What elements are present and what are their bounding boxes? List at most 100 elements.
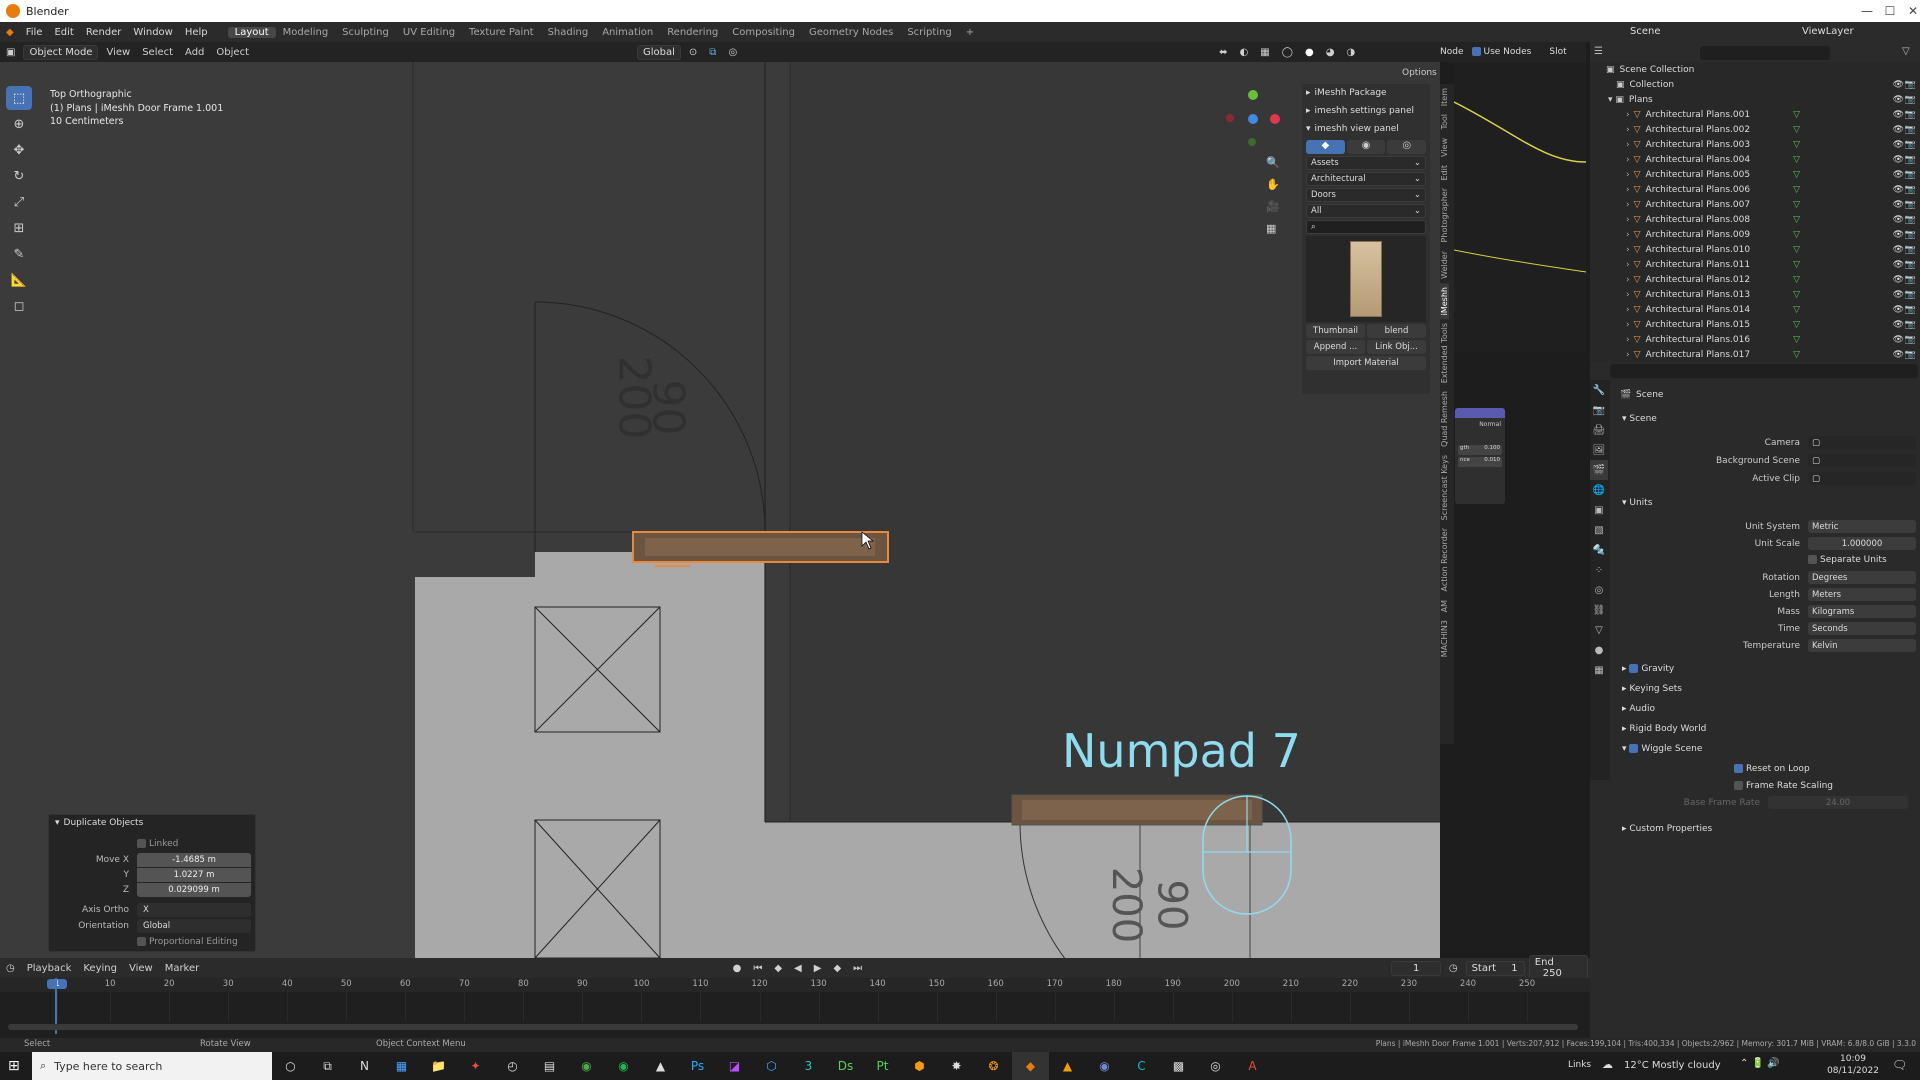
separate-units-checkbox[interactable]: Separate Units: [1808, 555, 1887, 565]
tab-geometry-nodes[interactable]: Geometry Nodes: [802, 27, 900, 38]
visibility-eye-icon[interactable]: 👁: [1893, 320, 1904, 330]
visibility-eye-icon[interactable]: 👁: [1893, 170, 1904, 180]
tool-properties-icon[interactable]: 🔧: [1590, 380, 1608, 400]
app-icon[interactable]: ⬢: [901, 1052, 938, 1080]
expand-icon[interactable]: ›: [1626, 155, 1630, 165]
close-button[interactable]: ✕: [1898, 0, 1920, 22]
editor-type-icon[interactable]: ◷: [0, 963, 21, 974]
visibility-eye-icon[interactable]: 👁: [1893, 200, 1904, 210]
gizmo-toggle-icon[interactable]: ⬌: [1213, 47, 1233, 58]
app-icon[interactable]: ◪: [716, 1052, 753, 1080]
asset-thumbnail[interactable]: [1306, 236, 1426, 322]
node-field[interactable]: gth 0.100: [1458, 445, 1502, 455]
outliner-item[interactable]: › ▽ Architectural Plans.002 ▽ 👁 📷: [1590, 122, 1920, 137]
operator-title[interactable]: ▾ Duplicate Objects: [49, 815, 255, 831]
app-icon[interactable]: 3: [790, 1052, 827, 1080]
expand-icon[interactable]: ›: [1626, 170, 1630, 180]
scale-tool-icon[interactable]: ⤢: [6, 190, 32, 214]
filter-dropdown[interactable]: All ⌄: [1306, 204, 1426, 218]
pan-hand-icon[interactable]: ✋: [1266, 174, 1280, 196]
chrome-icon[interactable]: ◉: [568, 1052, 605, 1080]
collection-row[interactable]: ▣ Collection 👁 📷: [1590, 77, 1920, 92]
thumbnail-button[interactable]: Thumbnail: [1306, 324, 1365, 338]
clock-time[interactable]: 10:09: [1828, 1054, 1878, 1064]
cursor-tool-icon[interactable]: ⊕: [6, 112, 32, 136]
outliner-item[interactable]: › ▽ Architectural Plans.012 ▽ 👁 📷: [1590, 272, 1920, 287]
asset-search-input[interactable]: ⌕: [1306, 220, 1426, 234]
mass-dropdown[interactable]: Kilograms: [1808, 605, 1916, 618]
z-axis-icon[interactable]: [1248, 114, 1258, 124]
expand-icon[interactable]: ›: [1626, 110, 1630, 120]
blender-taskbar-icon[interactable]: ◆: [1012, 1052, 1049, 1080]
blender-menu-icon[interactable]: ◆: [0, 27, 20, 38]
time-dropdown[interactable]: Seconds: [1808, 622, 1916, 635]
frame-rate-scaling-checkbox[interactable]: Frame Rate Scaling: [1734, 781, 1833, 791]
visibility-eye-icon[interactable]: 👁: [1893, 290, 1904, 300]
start-frame-field[interactable]: Start 1: [1465, 960, 1525, 976]
designer-icon[interactable]: Ds: [827, 1052, 864, 1080]
unit-scale-field[interactable]: 1.000000: [1808, 537, 1916, 550]
x-axis-icon[interactable]: [1270, 114, 1280, 124]
axis-ortho-dropdown[interactable]: X: [137, 903, 251, 917]
blend-button[interactable]: blend: [1367, 324, 1426, 338]
select-menu[interactable]: Select: [136, 47, 179, 58]
expand-icon[interactable]: ›: [1626, 125, 1630, 135]
filter-icon[interactable]: ▽: [1902, 46, 1910, 57]
keying-menu[interactable]: Keying: [77, 963, 123, 974]
links-toolbar[interactable]: Links: [1568, 1060, 1591, 1070]
visibility-eye-icon[interactable]: 👁: [1893, 140, 1904, 150]
orientation-dropdown[interactable]: Global: [637, 44, 681, 60]
visibility-eye-icon[interactable]: 👁: [1893, 350, 1904, 360]
background-scene-field[interactable]: ▢: [1808, 454, 1916, 467]
temperature-dropdown[interactable]: Kelvin: [1808, 639, 1916, 652]
tab-scripting[interactable]: Scripting: [900, 27, 958, 38]
camera-view-icon[interactable]: 🎥: [1266, 196, 1280, 218]
preview-range-icon[interactable]: ◷: [1443, 963, 1464, 974]
render-camera-icon[interactable]: 📷: [1905, 350, 1916, 360]
outliner-item[interactable]: › ▽ Architectural Plans.009 ▽ 👁 📷: [1590, 227, 1920, 242]
expand-icon[interactable]: ›: [1626, 275, 1630, 285]
material-properties-icon[interactable]: ●: [1590, 640, 1608, 660]
section-scene[interactable]: ▾ Scene: [1622, 414, 1657, 424]
length-dropdown[interactable]: Meters: [1808, 588, 1916, 601]
clock-date[interactable]: 08/11/2022: [1822, 1066, 1884, 1076]
outliner-item[interactable]: › ▽ Architectural Plans.006 ▽ 👁 📷: [1590, 182, 1920, 197]
expand-icon[interactable]: ›: [1626, 185, 1630, 195]
render-camera-icon[interactable]: 📷: [1905, 275, 1916, 285]
render-camera-icon[interactable]: 📷: [1905, 185, 1916, 195]
windows-start-icon[interactable]: ⊞: [8, 1058, 20, 1074]
tab-modeling[interactable]: Modeling: [276, 27, 336, 38]
expand-icon[interactable]: ›: [1626, 305, 1630, 315]
section-gravity[interactable]: ▸ Gravity: [1622, 664, 1674, 674]
world-properties-icon[interactable]: 🌐: [1590, 480, 1608, 500]
jump-end-icon[interactable]: ⏭: [847, 963, 868, 974]
properties-search-input[interactable]: [1610, 364, 1918, 378]
render-camera-icon[interactable]: 📷: [1905, 215, 1916, 225]
linked-checkbox[interactable]: Linked: [137, 839, 178, 849]
painter-icon[interactable]: Pt: [864, 1052, 901, 1080]
tab-machin3[interactable]: MACHIN3: [1440, 616, 1449, 661]
orientation-dropdown[interactable]: Global: [137, 919, 251, 933]
render-properties-icon[interactable]: 📷: [1590, 400, 1608, 420]
node-editor[interactable]: [1454, 62, 1586, 352]
render-camera-icon[interactable]: 📷: [1905, 320, 1916, 330]
render-camera-icon[interactable]: 📷: [1905, 140, 1916, 150]
tab-animation[interactable]: Animation: [595, 27, 660, 38]
tab-photographer[interactable]: Photographer: [1440, 184, 1449, 246]
overlay-toggle-icon[interactable]: ◐: [1234, 47, 1255, 58]
render-camera-icon[interactable]: 📷: [1905, 125, 1916, 135]
measure-tool-icon[interactable]: 📐: [6, 268, 32, 292]
visibility-eye-icon[interactable]: 👁: [1893, 275, 1904, 285]
app-icon[interactable]: ✦: [457, 1052, 494, 1080]
visibility-eye-icon[interactable]: 👁: [1893, 155, 1904, 165]
collection-properties-icon[interactable]: ▣: [1590, 500, 1608, 520]
tab-compositing[interactable]: Compositing: [725, 27, 802, 38]
camera-field[interactable]: ▢: [1808, 436, 1916, 449]
render-camera-icon[interactable]: 📷: [1905, 245, 1916, 255]
outliner-item[interactable]: › ▽ Architectural Plans.011 ▽ 👁 📷: [1590, 257, 1920, 272]
spotify-icon[interactable]: ◉: [605, 1052, 642, 1080]
weather-widget[interactable]: 12°C Mostly cloudy: [1624, 1060, 1721, 1071]
outliner-item[interactable]: › ▽ Architectural Plans.004 ▽ 👁 📷: [1590, 152, 1920, 167]
active-clip-field[interactable]: ▢: [1808, 472, 1916, 485]
expand-icon[interactable]: ›: [1626, 260, 1630, 270]
